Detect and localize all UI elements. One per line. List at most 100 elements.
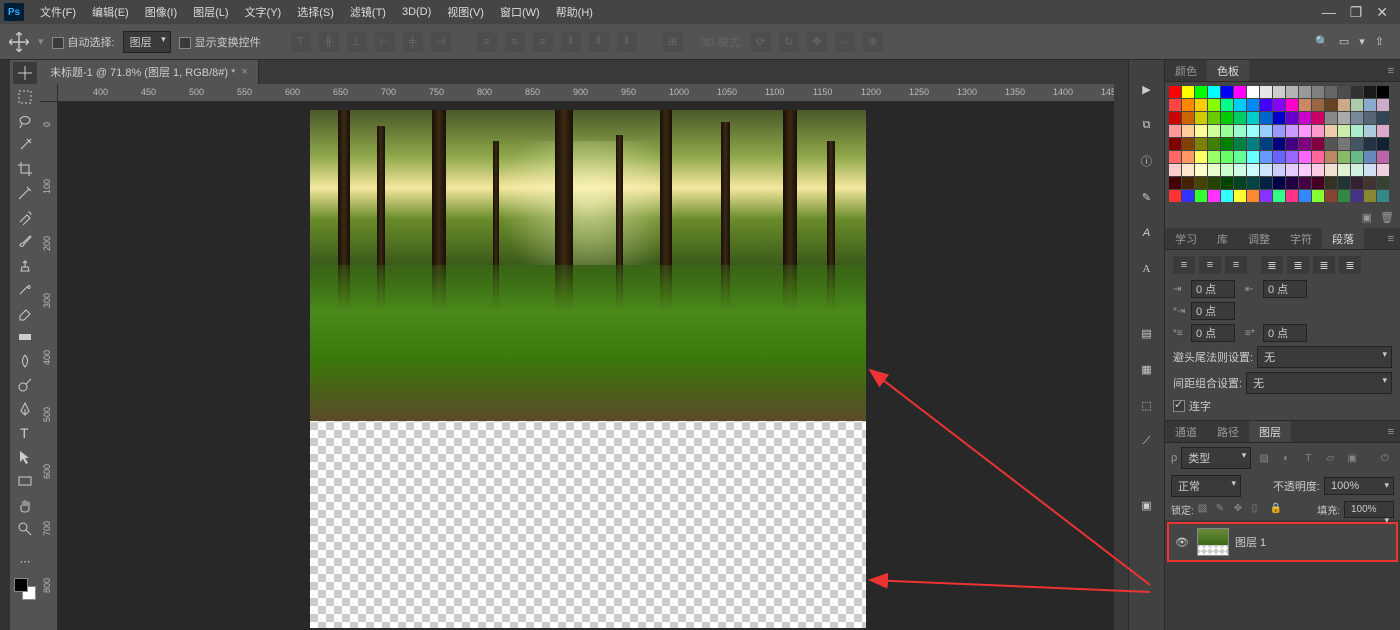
filter-shape-icon[interactable]: ▱ bbox=[1321, 449, 1339, 467]
swatch[interactable] bbox=[1325, 125, 1337, 137]
indent-left-field[interactable] bbox=[1191, 280, 1235, 298]
paragraph-panel-menu-icon[interactable]: ≡ bbox=[1382, 233, 1400, 245]
gradient-tool[interactable] bbox=[13, 326, 37, 348]
swatch[interactable] bbox=[1273, 112, 1285, 124]
swatch[interactable] bbox=[1351, 125, 1363, 137]
swatch[interactable] bbox=[1234, 164, 1246, 176]
swatch[interactable] bbox=[1325, 138, 1337, 150]
close-tab-icon[interactable]: × bbox=[241, 66, 247, 78]
swatch[interactable] bbox=[1286, 125, 1298, 137]
auto-select-target-dropdown[interactable]: 图层 bbox=[123, 31, 171, 53]
swatch[interactable] bbox=[1221, 99, 1233, 111]
swatch[interactable] bbox=[1286, 177, 1298, 189]
swatch[interactable] bbox=[1325, 164, 1337, 176]
swatch[interactable] bbox=[1208, 112, 1220, 124]
swatch[interactable] bbox=[1208, 125, 1220, 137]
swatch[interactable] bbox=[1377, 125, 1389, 137]
play-actions-icon[interactable]: ▶ bbox=[1136, 78, 1158, 100]
swatch[interactable] bbox=[1286, 151, 1298, 163]
swatch[interactable] bbox=[1299, 190, 1311, 202]
space-before-field[interactable] bbox=[1191, 324, 1235, 342]
swatch[interactable] bbox=[1338, 99, 1350, 111]
indent-right-field[interactable] bbox=[1263, 280, 1307, 298]
swatch[interactable] bbox=[1273, 138, 1285, 150]
swatch[interactable] bbox=[1169, 190, 1181, 202]
swatch[interactable] bbox=[1299, 151, 1311, 163]
swatch[interactable] bbox=[1299, 125, 1311, 137]
document-tab[interactable]: 未标题-1 @ 71.8% (图层 1, RGB/8#) * × bbox=[40, 60, 259, 84]
justify-all-button[interactable]: ≣ bbox=[1339, 256, 1361, 274]
dodge-tool[interactable] bbox=[13, 374, 37, 396]
swatch[interactable] bbox=[1195, 99, 1207, 111]
tab-channels[interactable]: 通道 bbox=[1165, 421, 1207, 442]
swatch[interactable] bbox=[1208, 190, 1220, 202]
blend-mode-dropdown[interactable]: 正常 bbox=[1171, 475, 1241, 497]
distribute-bottom-icon[interactable]: ≡ bbox=[533, 32, 553, 52]
swatch[interactable] bbox=[1299, 138, 1311, 150]
swatch[interactable] bbox=[1312, 125, 1324, 137]
swatch[interactable] bbox=[1325, 112, 1337, 124]
search-icon[interactable]: 🔍 bbox=[1315, 35, 1329, 48]
swatch[interactable] bbox=[1364, 164, 1376, 176]
glyphs-panel-icon[interactable]: A bbox=[1136, 258, 1158, 280]
justify-last-right-button[interactable]: ≣ bbox=[1313, 256, 1335, 274]
align-bottom-icon[interactable]: ⊥ bbox=[347, 32, 367, 52]
layers-panel-icon[interactable]: ▤ bbox=[1136, 322, 1158, 344]
layer-name-label[interactable]: 图层 1 bbox=[1235, 534, 1266, 550]
swatch[interactable] bbox=[1364, 99, 1376, 111]
swatch[interactable] bbox=[1312, 112, 1324, 124]
screen-mode-icon[interactable]: ▭ bbox=[1339, 35, 1349, 48]
distribute-vcenter-icon[interactable]: ≡ bbox=[505, 32, 525, 52]
swatch[interactable] bbox=[1338, 177, 1350, 189]
lock-image-icon[interactable]: ✎ bbox=[1216, 503, 1230, 517]
swatch[interactable] bbox=[1169, 177, 1181, 189]
swatch[interactable] bbox=[1234, 190, 1246, 202]
swatch[interactable] bbox=[1247, 125, 1259, 137]
swatch[interactable] bbox=[1208, 151, 1220, 163]
swatch[interactable] bbox=[1351, 112, 1363, 124]
tab-libraries[interactable]: 库 bbox=[1207, 228, 1238, 249]
swatch[interactable] bbox=[1312, 177, 1324, 189]
swatch[interactable] bbox=[1195, 125, 1207, 137]
swatch[interactable] bbox=[1312, 164, 1324, 176]
swatch[interactable] bbox=[1169, 125, 1181, 137]
swatch[interactable] bbox=[1221, 164, 1233, 176]
swatch[interactable] bbox=[1338, 112, 1350, 124]
swatch[interactable] bbox=[1312, 86, 1324, 98]
zoom-tool[interactable] bbox=[13, 518, 37, 540]
swatch[interactable] bbox=[1351, 151, 1363, 163]
pen-tool[interactable] bbox=[13, 398, 37, 420]
vertical-ruler[interactable]: 0100200300400500600700800900 bbox=[40, 102, 58, 630]
3d-panel-icon[interactable]: ⬚ bbox=[1136, 394, 1158, 416]
distribute-top-icon[interactable]: ≡ bbox=[477, 32, 497, 52]
edit-toolbar-icon[interactable]: ⋯ bbox=[13, 550, 37, 572]
filter-adjustment-icon[interactable]: ◐ bbox=[1277, 449, 1295, 467]
new-swatch-icon[interactable]: ▣ bbox=[1362, 211, 1372, 224]
layer-filter-dropdown[interactable]: 类型 bbox=[1181, 447, 1251, 469]
distribute-hcenter-icon[interactable]: ⫴ bbox=[589, 32, 609, 52]
lock-artboard-icon[interactable]: ▯ bbox=[1252, 503, 1266, 517]
swatch[interactable] bbox=[1247, 190, 1259, 202]
align-left-icon[interactable]: ⊢ bbox=[375, 32, 395, 52]
brushes-panel-icon[interactable]: ✎ bbox=[1136, 186, 1158, 208]
move-tool[interactable] bbox=[13, 62, 37, 84]
lock-transparency-icon[interactable]: ▨ bbox=[1198, 503, 1212, 517]
swatch[interactable] bbox=[1299, 99, 1311, 111]
swatch[interactable] bbox=[1221, 86, 1233, 98]
swatch[interactable] bbox=[1338, 86, 1350, 98]
healing-brush-tool[interactable] bbox=[13, 206, 37, 228]
swatch[interactable] bbox=[1260, 138, 1272, 150]
swatch[interactable] bbox=[1286, 164, 1298, 176]
swatch[interactable] bbox=[1234, 125, 1246, 137]
swatch[interactable] bbox=[1182, 190, 1194, 202]
distribute-right-icon[interactable]: ⫴ bbox=[617, 32, 637, 52]
swatch[interactable] bbox=[1234, 112, 1246, 124]
swatch[interactable] bbox=[1377, 112, 1389, 124]
swatch[interactable] bbox=[1364, 125, 1376, 137]
menu-layer[interactable]: 图层(L) bbox=[185, 4, 236, 20]
swatch[interactable] bbox=[1351, 86, 1363, 98]
channels-panel-icon[interactable]: ▦ bbox=[1136, 358, 1158, 380]
swatch[interactable] bbox=[1338, 190, 1350, 202]
swatch[interactable] bbox=[1312, 190, 1324, 202]
horizontal-ruler[interactable]: 4004505005506006507007508008509009501000… bbox=[58, 84, 1128, 102]
